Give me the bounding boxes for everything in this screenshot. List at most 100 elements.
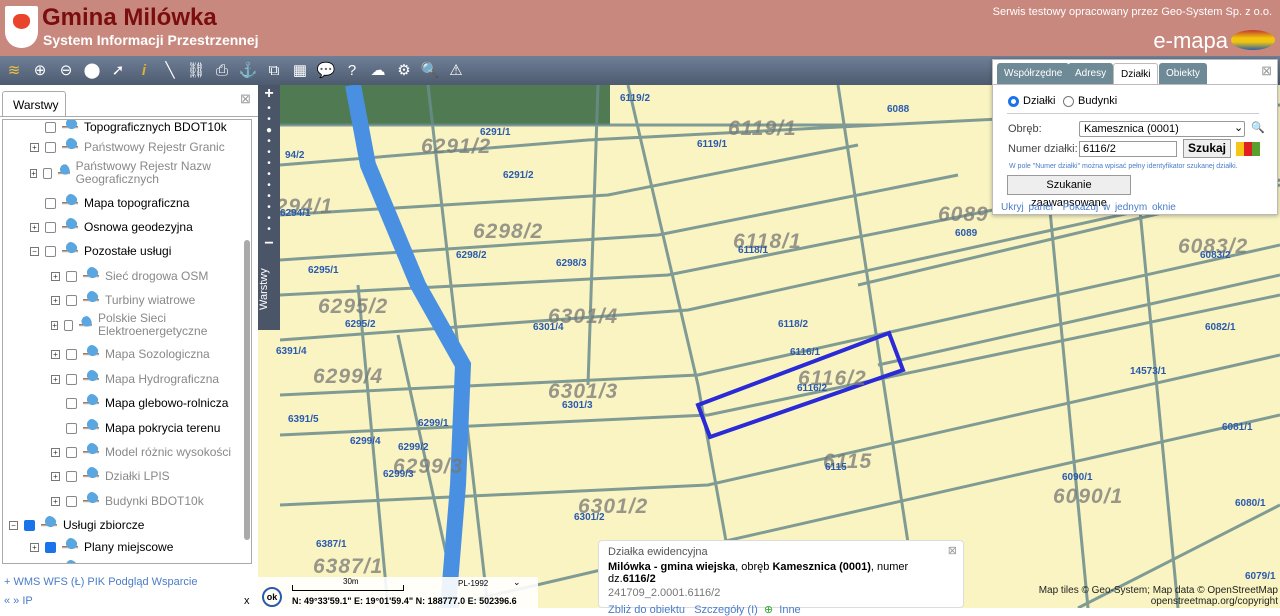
layer-checkbox[interactable] [45,221,56,233]
obreb-select[interactable]: Kamesznica (0001) [1079,121,1245,137]
layer-item[interactable]: Mapa topograficzna [30,194,239,212]
layer-item[interactable]: + Państwowy Rejestr Granic [30,138,239,156]
zoom-in-button[interactable]: + [258,85,280,103]
tab-parcels[interactable]: Działki [1113,63,1159,84]
layer-item[interactable]: + Sieć drogowa OSM [51,267,239,285]
layer-item[interactable]: Mapa glebowo-rolnicza [51,394,239,412]
layer-checkbox[interactable] [45,121,56,133]
expand-toggle-icon[interactable]: + [51,320,59,330]
chevron-down-icon[interactable]: ⌄ [1234,121,1243,134]
attribution-link[interactable]: openstreetmap.org/copyright [1039,596,1278,607]
zoom-out-button[interactable]: − [258,235,280,253]
layer-item[interactable]: + Plany miejscowe [30,538,239,556]
layer-item[interactable]: +Studium [30,560,239,565]
layer-checkbox[interactable] [66,373,77,385]
zoom-to-object-link[interactable]: Zbliż do obiektu [608,604,685,616]
layout-icon[interactable]: ▦ [290,61,310,81]
plus-circle-icon[interactable]: ⊕ [764,604,773,616]
close-panel-button[interactable]: x [244,595,250,607]
expand-toggle-icon[interactable]: + [51,471,60,481]
layer-checkbox[interactable] [45,141,56,153]
layer-checkbox[interactable] [66,348,77,360]
warning-icon[interactable]: ⚠ [446,61,466,81]
print-icon[interactable]: ⎙ [212,61,232,81]
layer-item[interactable]: − Pozostałe usługi [30,242,239,260]
color-swatch-green[interactable] [1252,142,1260,156]
radio-buildings[interactable]: Budynki [1063,95,1117,107]
layer-item[interactable]: + Działki LPIS [51,467,239,485]
layer-checkbox[interactable] [66,294,77,306]
expand-toggle-icon[interactable]: + [51,447,60,457]
measure-distance-icon[interactable]: ╲ [160,61,180,81]
info-icon[interactable]: i [134,61,154,81]
parcel-number-input[interactable]: 6116/2 [1079,141,1177,157]
layer-item[interactable]: + Model różnic wysokości [51,443,239,461]
layer-checkbox[interactable] [45,197,56,209]
link-icon[interactable]: ⛓ [186,61,206,81]
layer-item[interactable]: + Osnowa geodezyjna [30,218,239,236]
search-icon[interactable]: 🔍 [1251,121,1265,134]
layer-checkbox[interactable] [66,422,77,434]
expand-toggle-icon[interactable]: + [51,349,60,359]
layer-checkbox[interactable] [66,495,77,507]
layer-checkbox[interactable] [45,564,56,565]
zoom-in-icon[interactable]: ⊕ [30,61,50,81]
download-icon[interactable]: ⚓ [238,61,258,81]
layer-item[interactable]: + Turbiny wiatrowe [51,291,239,309]
layer-item[interactable]: Topograficznych BDOT10k [30,120,239,136]
radio-icon[interactable] [1008,95,1019,107]
expand-toggle-icon[interactable]: + [30,542,39,552]
layer-checkbox[interactable] [66,270,77,282]
layer-item[interactable]: Mapa pokrycia terenu [51,419,239,437]
tab-objects[interactable]: Obiekty [1159,63,1207,84]
comment-icon[interactable]: 💬 [316,61,336,81]
close-icon[interactable]: ⊠ [1261,63,1272,79]
layer-item[interactable]: + Polskie Sieci Elektroenergetyczne [51,312,239,338]
more-link[interactable]: Inne [779,604,800,616]
layer-item[interactable]: + Mapa Sozologiczna [51,345,239,363]
search-map-icon[interactable]: 🔍 [420,61,440,81]
layer-item[interactable]: + Mapa Hydrograficzna [51,370,239,388]
crs-select[interactable]: PL-1992 [458,579,488,588]
zoom-out-icon[interactable]: ⊖ [56,61,76,81]
radio-parcels[interactable]: Działki [1008,95,1055,107]
tab-coordinates[interactable]: Współrzędne [997,63,1070,84]
layer-checkbox[interactable] [66,470,77,482]
zoom-levels[interactable]: • • ● • • • • • • • • • [258,103,280,235]
tab-addresses[interactable]: Adresy [1068,63,1114,84]
settings-icon[interactable]: ⚙ [394,61,414,81]
layer-item[interactable]: + Państwowy Rejestr Nazw Geograficznych [30,160,239,186]
close-icon[interactable]: ⊠ [240,91,251,107]
color-swatch-red[interactable] [1244,142,1252,156]
layer-item[interactable]: + Budynki BDOT10k [51,492,239,510]
layer-checkbox[interactable] [66,446,77,458]
help-icon[interactable]: ? [342,61,362,81]
footer-nav[interactable]: « » IP [4,595,33,607]
select-arrow-icon[interactable]: ➚ [108,61,128,81]
close-icon[interactable]: ⊠ [948,544,957,557]
expand-toggle-icon[interactable]: + [30,222,39,232]
radio-icon[interactable] [1063,95,1074,107]
cloud-icon[interactable]: ☁ [368,61,388,81]
layers-icon[interactable]: ≋ [4,61,24,81]
expand-toggle-icon[interactable]: + [30,142,39,152]
expand-toggle-icon[interactable]: − [9,520,18,530]
layer-checkbox[interactable] [45,541,56,553]
expand-toggle-icon[interactable]: − [30,246,39,256]
search-button[interactable]: Szukaj [1183,139,1231,158]
layer-item[interactable]: − Usługi zbiorcze [9,516,239,534]
footer-links[interactable]: + WMS WFS (Ł) PIK Podgląd Wsparcie [4,576,197,588]
details-link[interactable]: Szczegóły (I) [694,604,758,616]
scrollbar[interactable] [243,160,251,563]
expand-toggle-icon[interactable]: + [51,374,60,384]
scrollbar-thumb[interactable] [244,240,250,540]
one-window-link[interactable]: Pokazuj w jednym oknie [1063,202,1176,213]
expand-toggle-icon[interactable]: + [51,496,60,506]
tab-layers[interactable]: Warstwy [2,91,66,117]
layer-checkbox[interactable] [66,397,77,409]
layer-checkbox[interactable] [43,167,52,179]
full-extent-icon[interactable]: ⬤ [82,61,102,81]
chevron-down-icon[interactable]: ⌄ [513,577,521,588]
color-swatch-yellow[interactable] [1236,142,1244,156]
layers-side-tab[interactable]: Warstwy [258,255,280,330]
